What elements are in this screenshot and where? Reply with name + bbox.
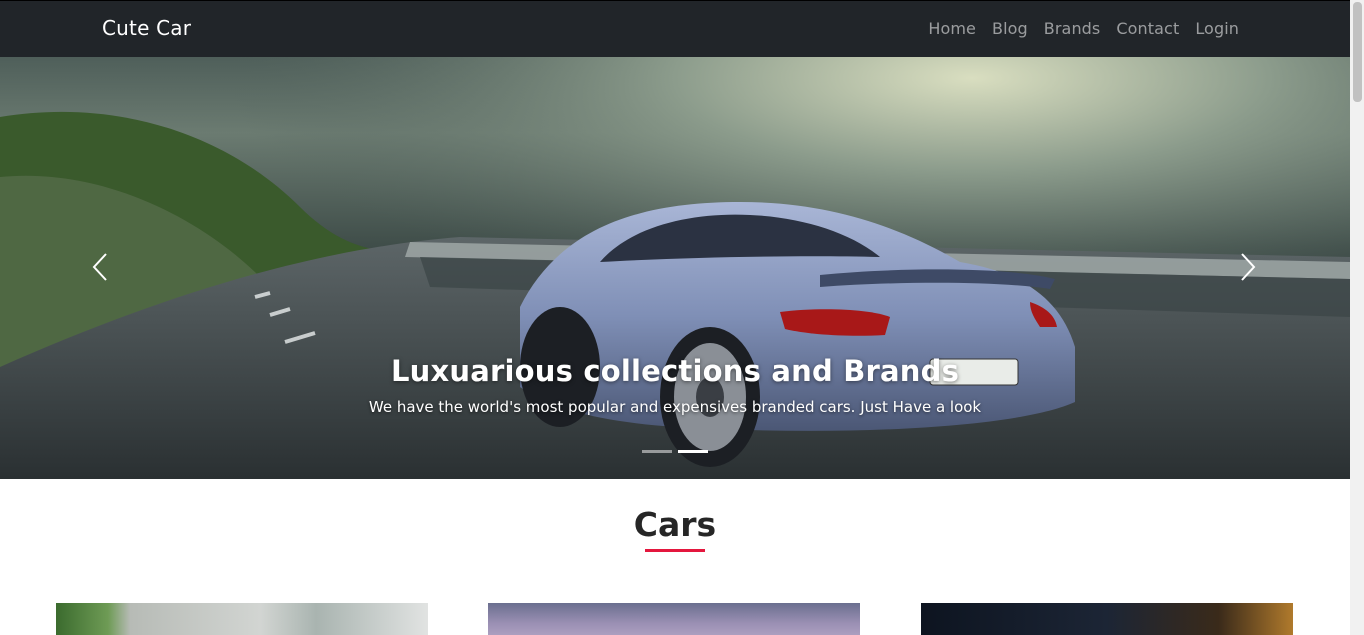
nav-links: Home Blog Brands Contact Login — [912, 19, 1239, 38]
nav-link-blog[interactable]: Blog — [992, 19, 1028, 38]
carousel-subtext: We have the world's most popular and exp… — [368, 398, 982, 416]
nav-link-login[interactable]: Login — [1195, 19, 1239, 38]
page-scrollbar[interactable] — [1350, 0, 1364, 635]
title-underline — [645, 549, 705, 552]
car-card-3[interactable] — [921, 603, 1293, 635]
carousel-prev-button[interactable] — [80, 247, 120, 287]
chevron-left-icon — [92, 253, 107, 281]
carousel-indicator-2[interactable] — [678, 450, 708, 453]
carousel-caption: Luxuarious collections and Brands We hav… — [0, 354, 1350, 416]
car-card-1[interactable] — [56, 603, 428, 635]
carousel-next-button[interactable] — [1228, 247, 1268, 287]
nav-link-brands[interactable]: Brands — [1044, 19, 1101, 38]
car-card-2[interactable] — [488, 603, 860, 635]
hero-carousel: Luxuarious collections and Brands We hav… — [0, 57, 1350, 479]
nav-link-contact[interactable]: Contact — [1116, 19, 1179, 38]
chevron-right-icon — [1241, 253, 1256, 281]
brand-link[interactable]: Cute Car — [102, 16, 191, 40]
navbar: Cute Car Home Blog Brands Contact Login — [0, 0, 1350, 57]
carousel-heading: Luxuarious collections and Brands — [390, 354, 960, 388]
nav-link-home[interactable]: Home — [928, 19, 976, 38]
section-title: Cars — [633, 505, 717, 544]
carousel-indicators — [642, 450, 714, 453]
carousel-indicator-1[interactable] — [642, 450, 672, 453]
scrollbar-thumb[interactable] — [1353, 2, 1362, 102]
